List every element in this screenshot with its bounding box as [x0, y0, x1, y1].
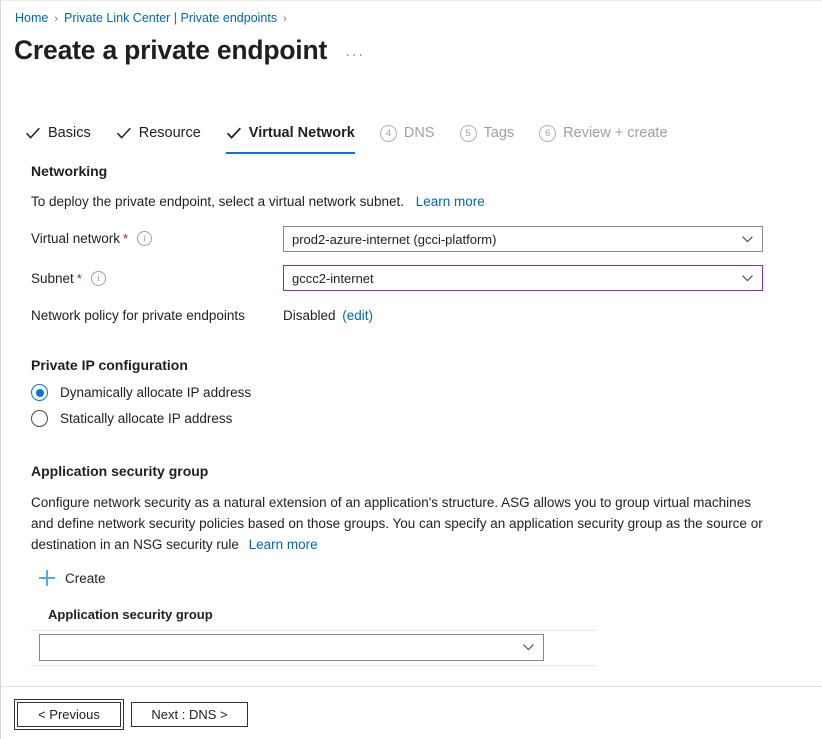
tab-virtual-network-label: Virtual Network	[248, 125, 355, 141]
asg-description: Configure network security as a natural …	[31, 492, 776, 555]
plus-icon	[39, 570, 55, 586]
create-private-endpoint-page: Home › Private Link Center | Private endpo…	[0, 0, 822, 739]
asg-heading: Application security group	[31, 463, 209, 479]
networking-learn-more-link[interactable]: Learn more	[416, 194, 485, 209]
chevron-down-icon	[517, 636, 539, 660]
radio-dynamically-allocate[interactable]: Dynamically allocate IP address	[31, 384, 251, 401]
breadcrumb-item-private-link-center[interactable]: Private Link Center | Private endpoints	[64, 11, 277, 25]
footer-divider	[1, 686, 822, 687]
asg-grid-header: Application security group	[48, 607, 213, 622]
page-title: Create a private endpoint	[14, 35, 328, 65]
wizard-tabs: Basics Resource Virtual Network 4 DNS 5 …	[25, 118, 693, 154]
chevron-down-icon	[736, 266, 758, 290]
chevron-down-icon	[736, 227, 758, 251]
breadcrumb-separator-1: ›	[54, 13, 59, 25]
tab-tags[interactable]: 5 Tags	[459, 118, 515, 150]
radio-button[interactable]	[31, 384, 48, 401]
tab-number-badge: 4	[379, 124, 397, 142]
tab-virtual-network[interactable]: Virtual Network	[225, 118, 355, 154]
networking-heading: Networking	[31, 163, 108, 179]
tab-resource-label: Resource	[138, 125, 201, 141]
radio-statically-allocate[interactable]: Statically allocate IP address	[31, 410, 232, 427]
page-title-row: Create a private endpoint ···	[14, 33, 365, 67]
subnet-dropdown[interactable]: gccc2-internet	[283, 265, 763, 291]
tab-basics-label: Basics	[48, 125, 91, 141]
tab-number-badge: 6	[539, 124, 557, 142]
breadcrumb-item-home[interactable]: Home	[15, 11, 48, 25]
asg-create-button[interactable]: Create	[39, 570, 106, 586]
check-icon	[116, 127, 131, 139]
info-icon[interactable]: i	[137, 231, 153, 246]
asg-description-text: Configure network security as a natural …	[31, 495, 763, 552]
network-policy-value: Disabled	[283, 308, 336, 323]
radio-button[interactable]	[31, 410, 48, 427]
next-dns-button[interactable]: Next : DNS >	[131, 702, 248, 727]
asg-divider-top	[31, 630, 596, 631]
required-asterisk: *	[76, 271, 82, 286]
radio-dynamically-allocate-label: Dynamically allocate IP address	[60, 385, 252, 400]
virtual-network-dropdown[interactable]: prod2-azure-internet (gcci-platform)	[283, 226, 763, 252]
private-ip-configuration-heading: Private IP configuration	[31, 357, 188, 373]
tab-basics[interactable]: Basics	[25, 118, 91, 150]
virtual-network-value: prod2-azure-internet (gcci-platform)	[292, 231, 497, 247]
info-icon[interactable]: i	[90, 271, 106, 286]
tab-dns-label: DNS	[403, 125, 435, 141]
tab-review-create[interactable]: 6 Review + create	[539, 118, 668, 150]
breadcrumb: Home › Private Link Center | Private endpo…	[15, 10, 293, 27]
check-icon	[226, 127, 241, 139]
network-policy-edit-link[interactable]: (edit)	[342, 308, 373, 323]
tab-resource[interactable]: Resource	[116, 118, 201, 150]
asg-divider-bottom	[31, 665, 596, 666]
virtual-network-label: Virtual network	[31, 231, 121, 246]
network-policy-label: Network policy for private endpoints	[31, 308, 245, 323]
tab-review-create-label: Review + create	[563, 125, 668, 141]
asg-selector-dropdown[interactable]	[39, 634, 544, 661]
asg-create-label: Create	[65, 570, 106, 586]
tab-number-badge: 5	[459, 124, 477, 142]
networking-description-text: To deploy the private endpoint, select a…	[31, 194, 404, 209]
radio-statically-allocate-label: Statically allocate IP address	[60, 411, 233, 426]
virtual-network-label-row: Virtual network * i	[31, 231, 153, 246]
tab-dns[interactable]: 4 DNS	[379, 118, 435, 150]
subnet-label: Subnet	[31, 271, 74, 286]
previous-button[interactable]: < Previous	[14, 699, 124, 730]
subnet-value: gccc2-internet	[292, 270, 374, 286]
subnet-label-row: Subnet * i	[31, 271, 106, 286]
overflow-menu-icon[interactable]: ···	[345, 46, 365, 63]
asg-learn-more-link[interactable]: Learn more	[249, 537, 318, 552]
active-tab-underline	[225, 151, 355, 154]
check-icon	[25, 127, 40, 139]
network-policy-value-row: Disabled (edit)	[283, 308, 373, 323]
networking-description: To deploy the private endpoint, select a…	[31, 191, 485, 212]
tab-tags-label: Tags	[483, 125, 515, 141]
required-asterisk: *	[123, 231, 129, 246]
breadcrumb-separator-2: ›	[283, 13, 287, 25]
